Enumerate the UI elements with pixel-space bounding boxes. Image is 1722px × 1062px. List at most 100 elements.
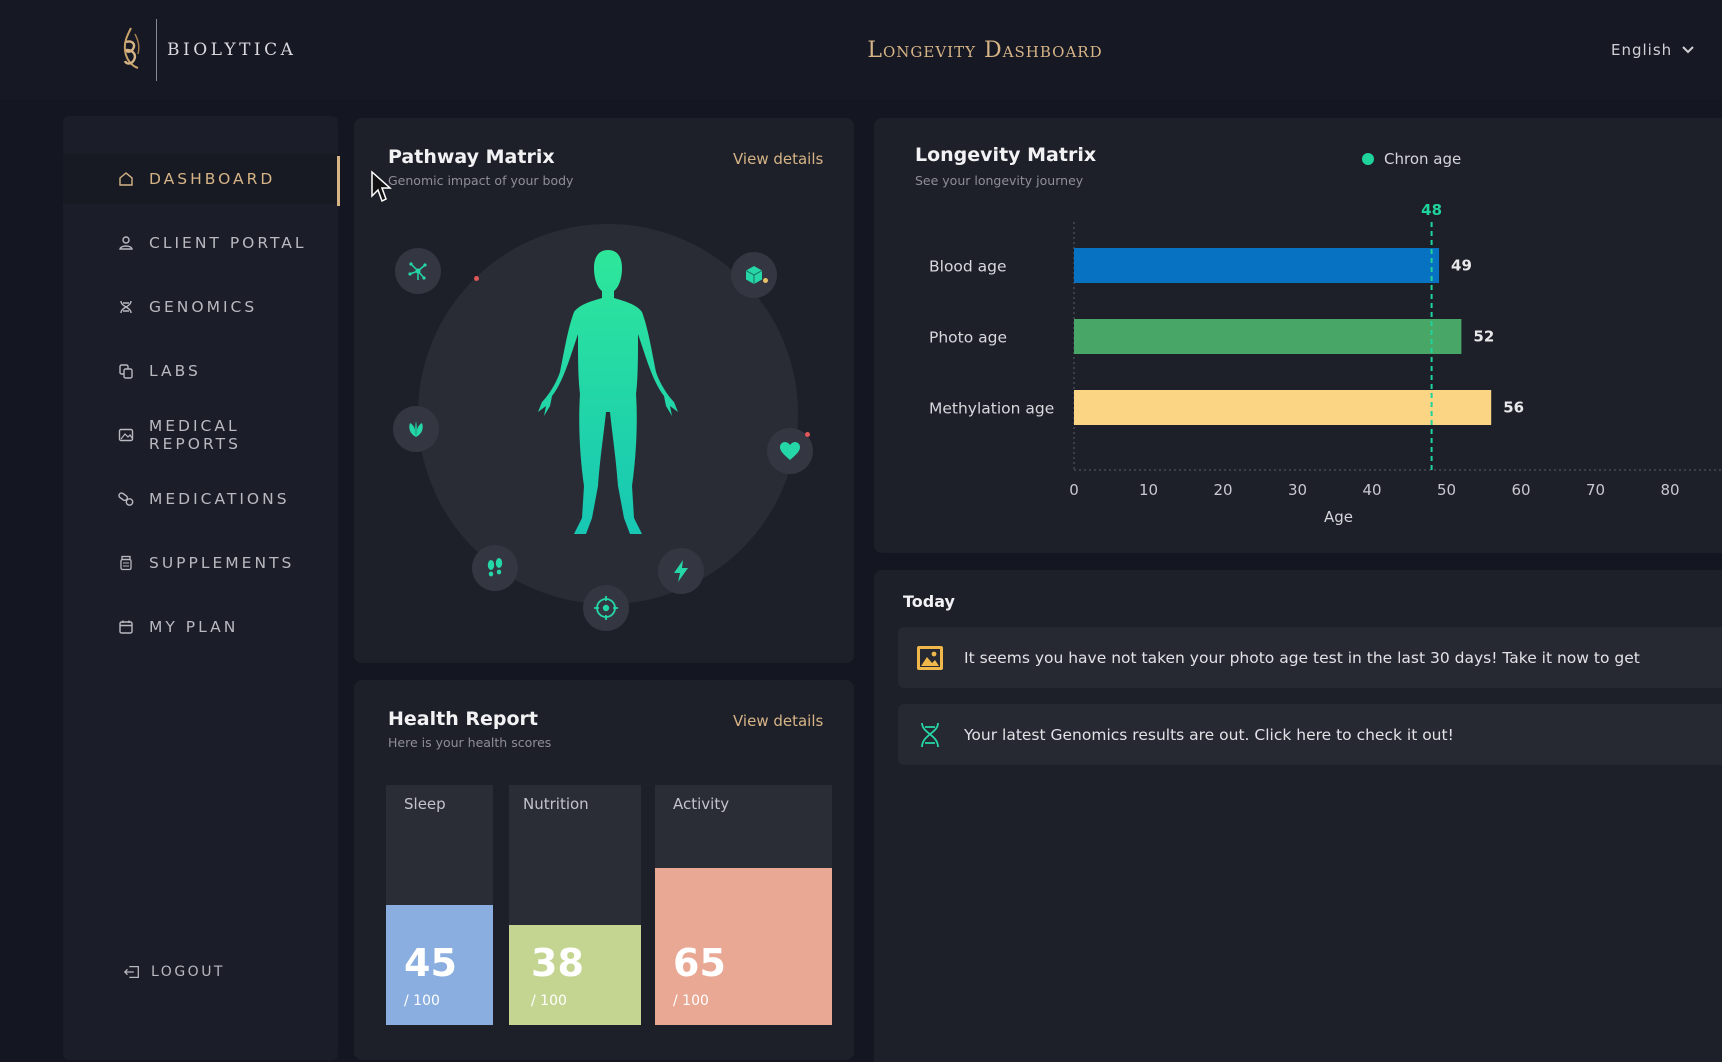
pathway-footprints-button[interactable] bbox=[472, 545, 518, 591]
bar bbox=[1074, 390, 1492, 425]
bar bbox=[1074, 248, 1440, 283]
notification-genomics[interactable]: Your latest Genomics results are out. Cl… bbox=[898, 704, 1722, 765]
score-fill-sleep: 45 / 100 bbox=[386, 905, 493, 1025]
sidebar-item-medications[interactable]: MEDICATIONS bbox=[63, 474, 338, 524]
view-details-link[interactable]: View details bbox=[733, 150, 823, 168]
x-tick-label: 0 bbox=[1069, 481, 1079, 499]
bolt-icon bbox=[674, 560, 688, 582]
sidebar-item-label: LABS bbox=[149, 362, 201, 380]
logout-icon bbox=[123, 963, 141, 981]
alert-dot bbox=[474, 276, 479, 281]
sidebar-item-label: GENOMICS bbox=[149, 298, 258, 316]
chart-legend: Chron age bbox=[1362, 150, 1461, 168]
data-label: 52 bbox=[1473, 328, 1494, 346]
legend-label: Chron age bbox=[1384, 150, 1462, 168]
sidebar-item-labs[interactable]: LABS bbox=[63, 346, 338, 396]
bar bbox=[1074, 319, 1462, 354]
sidebar-item-medical-reports[interactable]: MEDICAL REPORTS bbox=[63, 410, 338, 460]
category-label: Blood age bbox=[929, 258, 1007, 276]
chron-age-label: 48 bbox=[1421, 201, 1442, 219]
score-card-activity[interactable]: Activity 65 / 100 bbox=[655, 785, 832, 1025]
sidebar-item-supplements[interactable]: SUPPLEMENTS bbox=[63, 538, 338, 588]
x-tick-label: 70 bbox=[1586, 481, 1605, 499]
notification-text: Your latest Genomics results are out. Cl… bbox=[964, 725, 1454, 744]
sidebar-item-my-plan[interactable]: MY PLAN bbox=[63, 602, 338, 652]
notification-photo-age[interactable]: It seems you have not taken your photo a… bbox=[898, 627, 1722, 688]
score-card-sleep[interactable]: Sleep 45 / 100 bbox=[386, 785, 493, 1025]
sidebar: DASHBOARD CLIENT PORTAL GENOMICS LABS ME… bbox=[63, 116, 340, 1060]
score-label: Sleep bbox=[404, 795, 446, 813]
heart-icon bbox=[780, 442, 800, 460]
image-icon bbox=[117, 426, 135, 444]
card-subtitle: Genomic impact of your body bbox=[388, 173, 574, 188]
score-value: 65 bbox=[673, 941, 726, 985]
chevron-down-icon bbox=[1682, 46, 1694, 54]
score-max: / 100 bbox=[673, 993, 709, 1009]
data-label: 49 bbox=[1451, 257, 1472, 275]
logout-button[interactable]: LOGOUT bbox=[123, 963, 225, 981]
score-label: Activity bbox=[673, 795, 730, 813]
score-fill-nutrition: 38 / 100 bbox=[509, 925, 641, 1025]
x-tick-label: 80 bbox=[1660, 481, 1679, 499]
pathway-leaf-button[interactable] bbox=[393, 406, 439, 452]
x-tick-label: 30 bbox=[1288, 481, 1307, 499]
dna-icon bbox=[117, 298, 135, 316]
page-title: Longevity Dashboard bbox=[867, 38, 1103, 63]
top-bar: BIOLYTICA Longevity Dashboard English bbox=[0, 0, 1722, 100]
copy-icon bbox=[117, 362, 135, 380]
health-report-card: Health Report Here is your health scores… bbox=[354, 680, 854, 1060]
pathway-target-button[interactable] bbox=[583, 585, 629, 631]
sidebar-item-label: MEDICAL REPORTS bbox=[148, 417, 241, 453]
pathway-molecule-button[interactable] bbox=[395, 248, 441, 294]
sidebar-item-label: SUPPLEMENTS bbox=[149, 554, 295, 572]
alert-dot bbox=[763, 278, 768, 283]
sidebar-item-label: MEDICATIONS bbox=[149, 490, 290, 508]
sidebar-item-dashboard[interactable]: DASHBOARD bbox=[63, 154, 340, 206]
language-label: English bbox=[1611, 41, 1673, 59]
today-title: Today bbox=[903, 592, 955, 611]
pathway-bolt-button[interactable] bbox=[658, 548, 704, 594]
card-subtitle: See your longevity journey bbox=[915, 173, 1084, 188]
mouse-cursor-icon bbox=[371, 170, 392, 203]
target-icon bbox=[594, 596, 618, 620]
score-value: 38 bbox=[531, 941, 584, 985]
card-title: Health Report bbox=[388, 708, 538, 730]
x-tick-label: 40 bbox=[1362, 481, 1381, 499]
longevity-bar-chart: 0 10 20 30 40 50 60 70 80 Age Blood age 49 Photo age… bbox=[929, 201, 1722, 526]
leaf-icon bbox=[409, 421, 423, 437]
card-title: Pathway Matrix bbox=[388, 146, 555, 168]
notification-text: It seems you have not taken your photo a… bbox=[964, 648, 1640, 667]
sidebar-item-client-portal[interactable]: CLIENT PORTAL bbox=[63, 218, 338, 268]
score-max: / 100 bbox=[404, 993, 440, 1009]
score-value: 45 bbox=[404, 941, 457, 985]
cube-icon bbox=[745, 266, 763, 284]
sidebar-item-label: DASHBOARD bbox=[149, 170, 276, 188]
card-subtitle: Here is your health scores bbox=[388, 735, 552, 750]
logout-label: LOGOUT bbox=[151, 964, 225, 980]
x-tick-label: 50 bbox=[1437, 481, 1456, 499]
card-title: Longevity Matrix bbox=[915, 144, 1097, 166]
score-card-nutrition[interactable]: Nutrition 38 / 100 bbox=[509, 785, 641, 1025]
category-label: Photo age bbox=[929, 329, 1007, 347]
sidebar-item-label: CLIENT PORTAL bbox=[149, 234, 307, 252]
x-tick-label: 10 bbox=[1139, 481, 1158, 499]
view-details-link[interactable]: View details bbox=[733, 712, 823, 730]
data-label: 56 bbox=[1503, 399, 1524, 417]
language-select[interactable]: English bbox=[1611, 41, 1694, 59]
pathway-cube-button[interactable] bbox=[731, 252, 777, 298]
human-body-figure bbox=[538, 250, 678, 534]
jar-icon bbox=[117, 554, 135, 572]
x-tick-label: 60 bbox=[1511, 481, 1530, 499]
pathway-matrix-card: Pathway Matrix Genomic impact of your bo… bbox=[354, 118, 854, 663]
home-icon bbox=[117, 170, 135, 188]
x-tick-label: 20 bbox=[1213, 481, 1232, 499]
legend-dot bbox=[1362, 153, 1374, 165]
score-fill-activity: 65 / 100 bbox=[655, 868, 832, 1025]
image-icon bbox=[916, 644, 944, 672]
footprints-icon bbox=[487, 558, 503, 577]
alert-dot bbox=[805, 432, 810, 437]
sidebar-item-genomics[interactable]: GENOMICS bbox=[63, 282, 338, 332]
user-icon bbox=[117, 234, 135, 252]
score-label: Nutrition bbox=[523, 795, 589, 813]
category-label: Methylation age bbox=[929, 400, 1054, 418]
